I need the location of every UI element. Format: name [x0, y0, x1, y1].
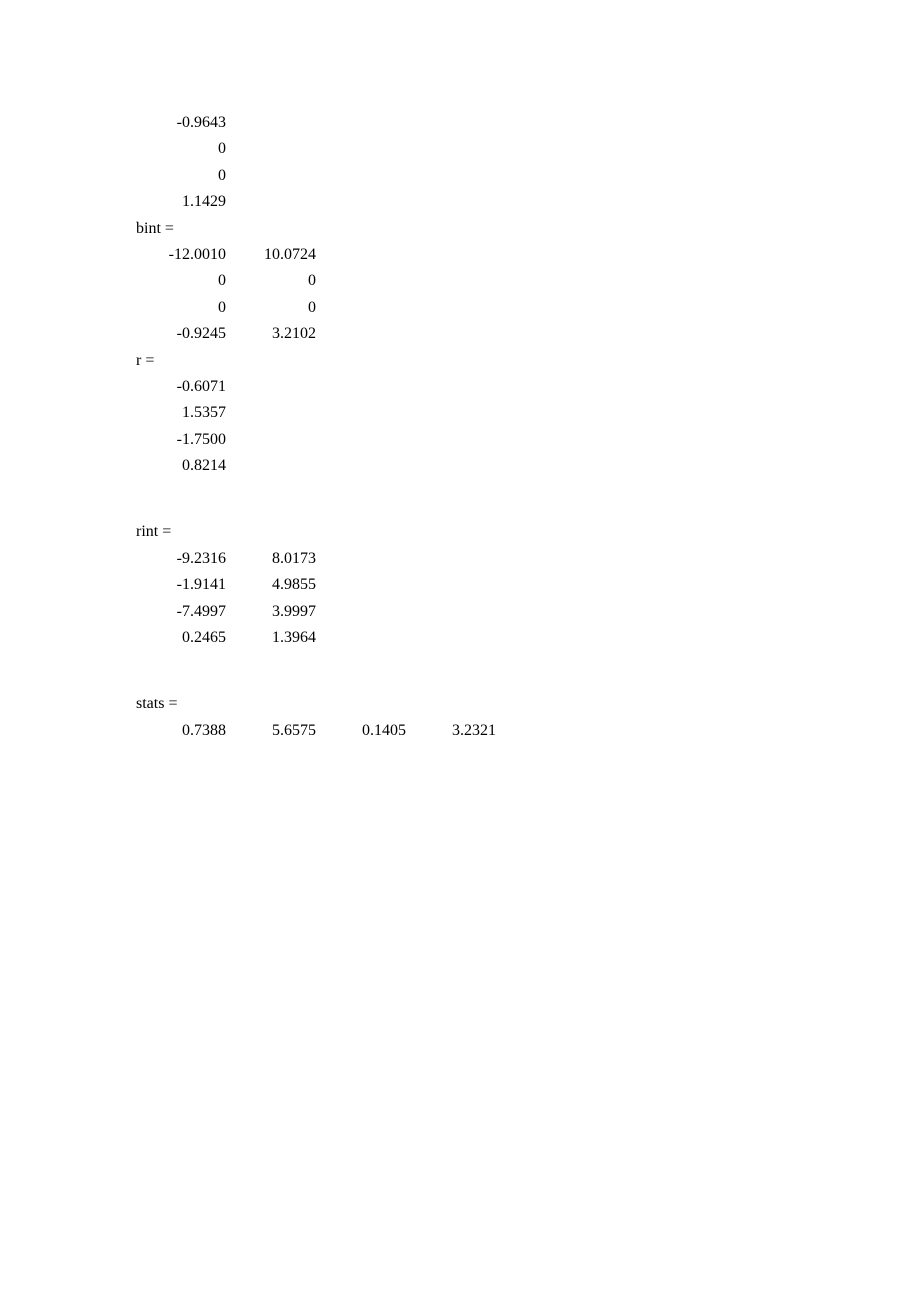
rint-label: rint = — [136, 519, 920, 545]
value: -0.9643 — [136, 110, 226, 136]
bint-block: -12.001010.0724 00 00 -0.92453.2102 — [136, 242, 920, 348]
value: 3.2321 — [406, 718, 496, 744]
value: -9.2316 — [136, 546, 226, 572]
value: 3.9997 — [226, 599, 316, 625]
stats-block: 0.73885.65750.14053.2321 — [136, 718, 920, 744]
bint-label: bint = — [136, 216, 920, 242]
value: 0 — [226, 295, 316, 321]
value: -12.0010 — [136, 242, 226, 268]
value: -7.4997 — [136, 599, 226, 625]
value: 0.7388 — [136, 718, 226, 744]
value: 0.2465 — [136, 625, 226, 651]
r-label: r = — [136, 348, 920, 374]
value: -0.9245 — [136, 321, 226, 347]
value: 0.8214 — [136, 453, 226, 479]
stats-label: stats = — [136, 691, 920, 717]
value: -1.7500 — [136, 427, 226, 453]
value: -0.6071 — [136, 374, 226, 400]
value: 0 — [136, 268, 226, 294]
rint-block: -9.23168.0173 -1.91414.9855 -7.49973.999… — [136, 546, 920, 652]
top-values-block: -0.9643 0 0 1.1429 — [136, 110, 920, 216]
r-block: -0.6071 1.5357 -1.7500 0.8214 — [136, 374, 920, 480]
value: 3.2102 — [226, 321, 316, 347]
value: 0 — [136, 163, 226, 189]
value: 1.3964 — [226, 625, 316, 651]
value: 0 — [226, 268, 316, 294]
value: 5.6575 — [226, 718, 316, 744]
value: 1.1429 — [136, 189, 226, 215]
value: 0 — [136, 136, 226, 162]
value: 1.5357 — [136, 400, 226, 426]
value: 0 — [136, 295, 226, 321]
value: -1.9141 — [136, 572, 226, 598]
value: 8.0173 — [226, 546, 316, 572]
value: 4.9855 — [226, 572, 316, 598]
value: 0.1405 — [316, 718, 406, 744]
value: 10.0724 — [226, 242, 316, 268]
